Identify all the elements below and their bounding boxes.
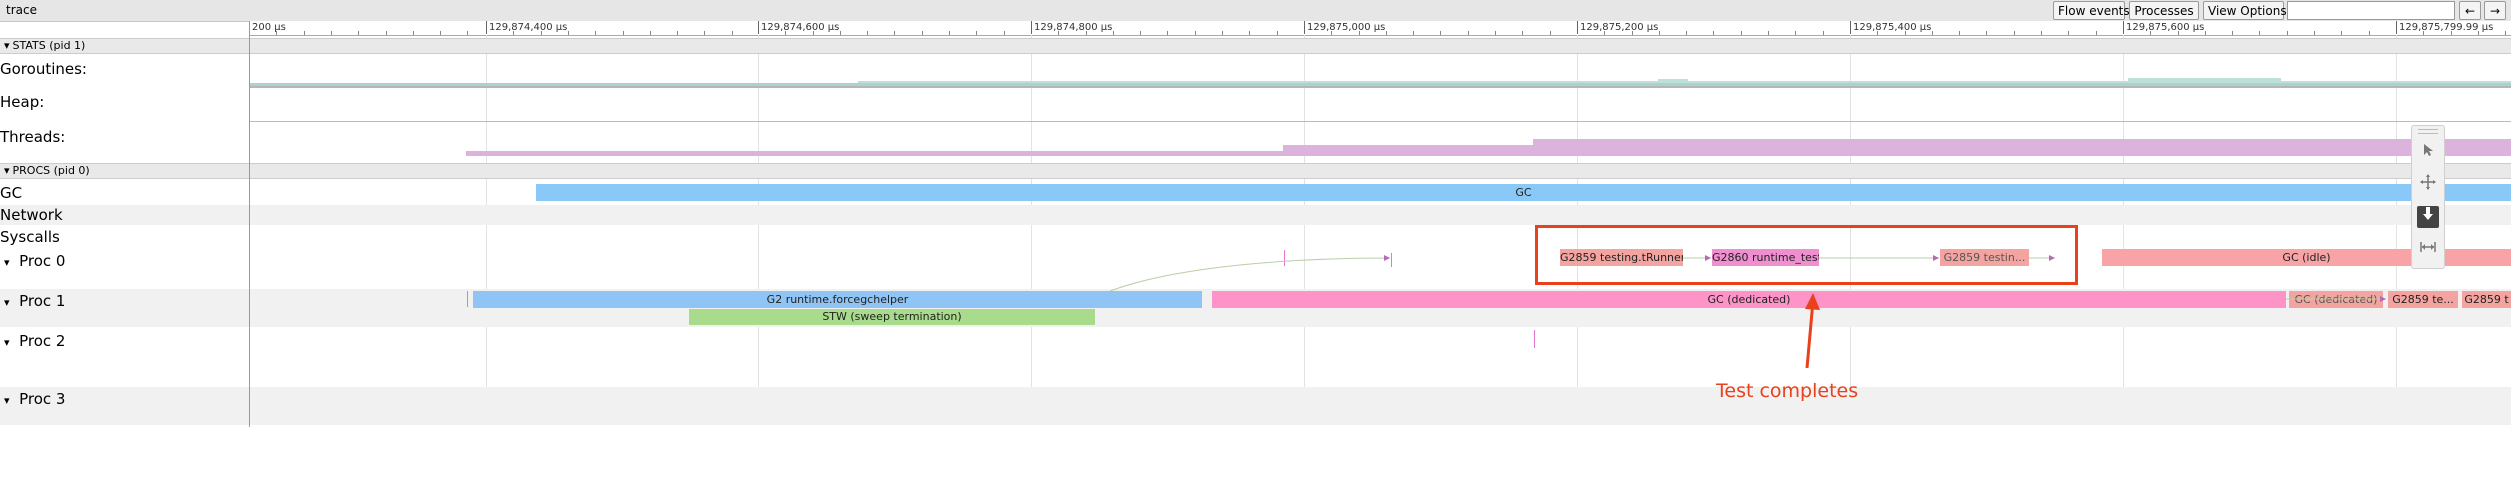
flow-arrow-line <box>1109 257 1391 292</box>
arrow-up-icon <box>1805 293 1820 310</box>
arrowhead-icon <box>1384 255 1390 261</box>
arrowhead-icon <box>2380 296 2386 302</box>
pan-icon[interactable] <box>2417 174 2439 196</box>
mouse-mode-toolbox[interactable] <box>2411 125 2445 269</box>
cursor-icon[interactable] <box>2417 142 2439 164</box>
annotation-label: Test completes <box>1716 380 1859 402</box>
timing-icon[interactable] <box>2417 206 2439 228</box>
grip-icon[interactable] <box>2418 129 2438 134</box>
flow-arrows <box>1109 255 2386 369</box>
zoom-icon[interactable] <box>2417 238 2439 260</box>
annotation-arrow-line <box>1805 300 1815 369</box>
annotation-callout-box <box>1535 225 2078 285</box>
